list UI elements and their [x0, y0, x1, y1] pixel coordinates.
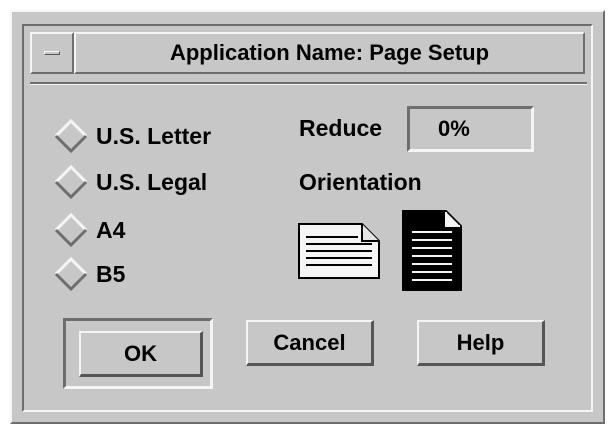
window-menu-button[interactable]	[30, 32, 74, 74]
reduce-input-value[interactable]	[438, 109, 531, 149]
radio-b5[interactable]: B5	[54, 256, 274, 292]
window-title: Application Name: Page Setup	[169, 40, 490, 65]
radio-a4[interactable]: A4	[54, 212, 274, 248]
radio-diamond-icon	[54, 119, 88, 153]
cancel-button[interactable]: Cancel	[246, 320, 374, 366]
orientation-landscape-button[interactable]	[298, 223, 380, 279]
ok-button[interactable]: OK	[79, 331, 203, 377]
radio-diamond-icon	[54, 165, 88, 199]
radio-us-legal[interactable]: U.S. Legal	[54, 164, 274, 200]
help-button[interactable]: Help	[417, 320, 545, 366]
reduce-label: Reduce	[299, 115, 383, 141]
orientation-label: Orientation	[299, 169, 422, 195]
landscape-page-icon	[298, 223, 380, 279]
window-menu-icon	[44, 51, 60, 55]
radio-diamond-icon	[54, 213, 88, 247]
portrait-page-icon	[402, 210, 462, 291]
radio-us-letter[interactable]: U.S. Letter	[54, 118, 274, 154]
title-divider	[30, 82, 587, 85]
window-title-bar[interactable]: Application Name: Page Setup	[74, 32, 585, 74]
radio-diamond-icon	[54, 257, 88, 291]
reduce-input[interactable]	[407, 106, 534, 152]
radio-label: U.S. Legal	[96, 168, 208, 195]
radio-label: B5	[96, 260, 126, 287]
radio-label: A4	[96, 216, 126, 243]
radio-label: U.S. Letter	[96, 122, 212, 149]
orientation-portrait-button[interactable]	[402, 210, 462, 291]
